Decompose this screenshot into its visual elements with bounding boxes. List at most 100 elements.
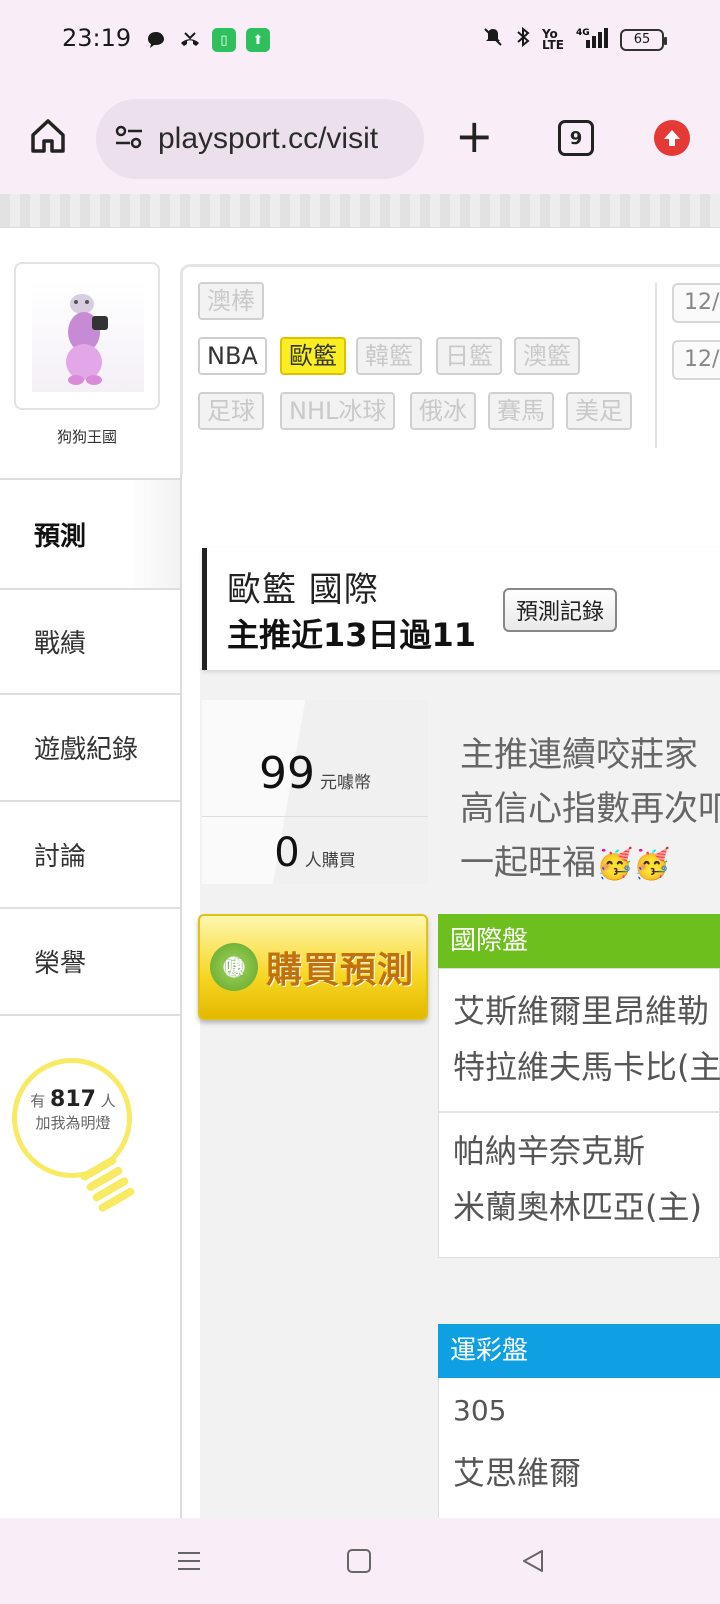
sidebar-item-label: 討論 [34, 842, 87, 872]
date-chip[interactable]: 12/1 [672, 340, 720, 380]
sidebar-item-record[interactable]: 戰績 [0, 588, 180, 695]
description-line: 一起旺福🥳🥳 [460, 836, 720, 892]
league-header: 歐籃 國際 主推近13日過11 預測記錄 [202, 548, 720, 670]
team-name: 米蘭奧林匹亞(主) [453, 1188, 702, 1226]
price-amount: 99 [258, 748, 315, 799]
system-navigation-bar [0, 1518, 720, 1604]
team-name: 艾思維爾 [453, 1454, 582, 1492]
sports-lottery-table: 305 艾思維爾 [438, 1378, 720, 1518]
sidebar-item-predictions[interactable]: 預測 [0, 480, 180, 588]
volte-icon: Yo LTE [541, 26, 564, 52]
description-line: 主推連續咬莊家 [460, 735, 698, 775]
home-button[interactable] [26, 114, 70, 158]
category-chip[interactable]: 俄冰 [410, 392, 476, 430]
team-name: 艾斯維爾里昂維勒 [453, 992, 710, 1030]
game-number: 305 [453, 1394, 507, 1427]
sidebar-item-discussion[interactable]: 討論 [0, 802, 180, 909]
category-chip-selected[interactable]: 歐籃 [280, 337, 346, 375]
game-row[interactable]: 艾斯維爾里昂維勒 特拉維夫馬卡比(主) [439, 983, 720, 1095]
coin-icon: 噱 [210, 943, 258, 991]
description-line: 高信心指數再次叩 [460, 789, 720, 829]
content-divider [180, 474, 182, 1518]
league-win-stat: 主推近13日過11 [227, 616, 477, 654]
category-divider [655, 283, 657, 448]
game-row[interactable]: 帕納辛奈克斯 米蘭奧林匹亞(主) [439, 1123, 720, 1235]
prediction-record-button[interactable]: 預測記錄 [503, 588, 617, 632]
party-face-icon: 🥳🥳 [596, 847, 671, 882]
signal-4g-icon: 4G [576, 26, 608, 53]
description-text: 一起旺福 [460, 843, 596, 883]
category-chip-nba[interactable]: NBA [198, 337, 267, 375]
update-button[interactable] [654, 120, 690, 156]
buyer-count: 0 [274, 830, 300, 876]
international-odds-header: 國際盤 [438, 914, 720, 968]
new-tab-button[interactable]: + [455, 113, 494, 159]
league-title: 歐籃 國際 [227, 570, 379, 610]
tab-switcher-button[interactable]: 9 [558, 120, 594, 156]
follower-caption: 加我為明燈 [35, 1114, 111, 1132]
sidebar-item-label: 遊戲紀錄 [34, 735, 139, 765]
sidebar-nav: 預測 戰績 遊戲紀錄 討論 榮譽 [0, 480, 180, 1016]
sidebar-item-label: 戰績 [34, 629, 87, 659]
menu-button[interactable] [174, 1546, 204, 1576]
url-text: playsport.cc/visit [158, 122, 379, 155]
category-chip[interactable]: 日籃 [436, 337, 502, 375]
category-chip[interactable]: 澳籃 [514, 337, 580, 375]
buyers-row: 0 人購買 [202, 830, 428, 876]
app-icon: ⬆ [246, 28, 270, 52]
page-top-border [0, 194, 720, 228]
sidebar-item-game-log[interactable]: 遊戲紀錄 [0, 695, 180, 802]
menu-icon [178, 1552, 200, 1570]
battery-icon: 65 [620, 28, 667, 51]
sidebar-item-honors[interactable]: 榮譽 [0, 909, 180, 1016]
team-name: 帕納辛奈克斯 [453, 1132, 646, 1170]
mute-icon [482, 26, 504, 53]
category-chip[interactable]: 賽馬 [488, 392, 554, 430]
category-chip[interactable]: NHL冰球 [280, 392, 396, 430]
status-time: 23:19 [62, 24, 132, 52]
price-block: 99 元噱幣 0 人購買 [202, 700, 428, 884]
back-triangle-icon [523, 1550, 543, 1572]
home-icon [31, 119, 65, 153]
buy-prediction-label: 購買預測 [266, 950, 415, 991]
chat-bubble-icon [144, 28, 168, 52]
team-name: 特拉維夫馬卡比(主) [453, 1048, 720, 1086]
price-unit: 元噱幣 [320, 773, 372, 793]
follower-text: 有 817 人 加我為明燈 [17, 1089, 129, 1134]
system-icons: Yo LTE 4G 65 [482, 26, 667, 53]
prediction-description: 主推連續咬莊家 高信心指數再次叩 一起旺福🥳🥳 [460, 728, 720, 892]
follower-prefix: 有 [30, 1092, 46, 1110]
sidebar-item-label: 榮譽 [34, 949, 87, 979]
svg-text:4G: 4G [576, 28, 590, 38]
avatar-image [32, 282, 144, 392]
buy-prediction-button[interactable]: 噱 購買預測 [198, 914, 428, 1020]
follower-count: 817 [50, 1087, 96, 1112]
avatar[interactable] [14, 262, 160, 410]
arrow-up-icon [664, 130, 680, 146]
bluetooth-icon [516, 26, 530, 53]
app-icon: ▯ [212, 28, 236, 52]
follower-suffix: 人 [100, 1092, 116, 1110]
category-chip[interactable]: 美足 [566, 392, 632, 430]
category-chip[interactable]: 足球 [198, 392, 264, 430]
row-divider [439, 1111, 720, 1113]
price-row: 99 元噱幣 [202, 748, 428, 799]
international-odds-table: 艾斯維爾里昂維勒 特拉維夫馬卡比(主) 帕納辛奈克斯 米蘭奧林匹亞(主) [438, 968, 720, 1258]
square-icon [347, 1549, 371, 1573]
price-divider [202, 816, 428, 817]
profile-username[interactable]: 狗狗王國 [14, 426, 160, 447]
category-chip[interactable]: 韓籃 [356, 337, 422, 375]
sports-lottery-header: 運彩盤 [438, 1324, 720, 1378]
site-settings-icon[interactable] [114, 124, 144, 154]
notification-icons: ▯ ⬆ [144, 28, 270, 52]
back-button[interactable] [518, 1546, 548, 1576]
sidebar-item-label: 預測 [34, 521, 87, 552]
category-chip[interactable]: 澳棒 [198, 282, 264, 320]
status-bar: 23:19 ▯ ⬆ Yo LTE 4G 65 [0, 0, 720, 84]
missed-call-icon [178, 28, 202, 52]
date-chip[interactable]: 12/0 [672, 283, 720, 323]
buyer-unit: 人購買 [304, 851, 356, 871]
home-nav-button[interactable] [344, 1546, 374, 1576]
address-bar[interactable]: playsport.cc/visit [96, 99, 424, 179]
browser-toolbar: playsport.cc/visit + 9 [0, 84, 720, 194]
